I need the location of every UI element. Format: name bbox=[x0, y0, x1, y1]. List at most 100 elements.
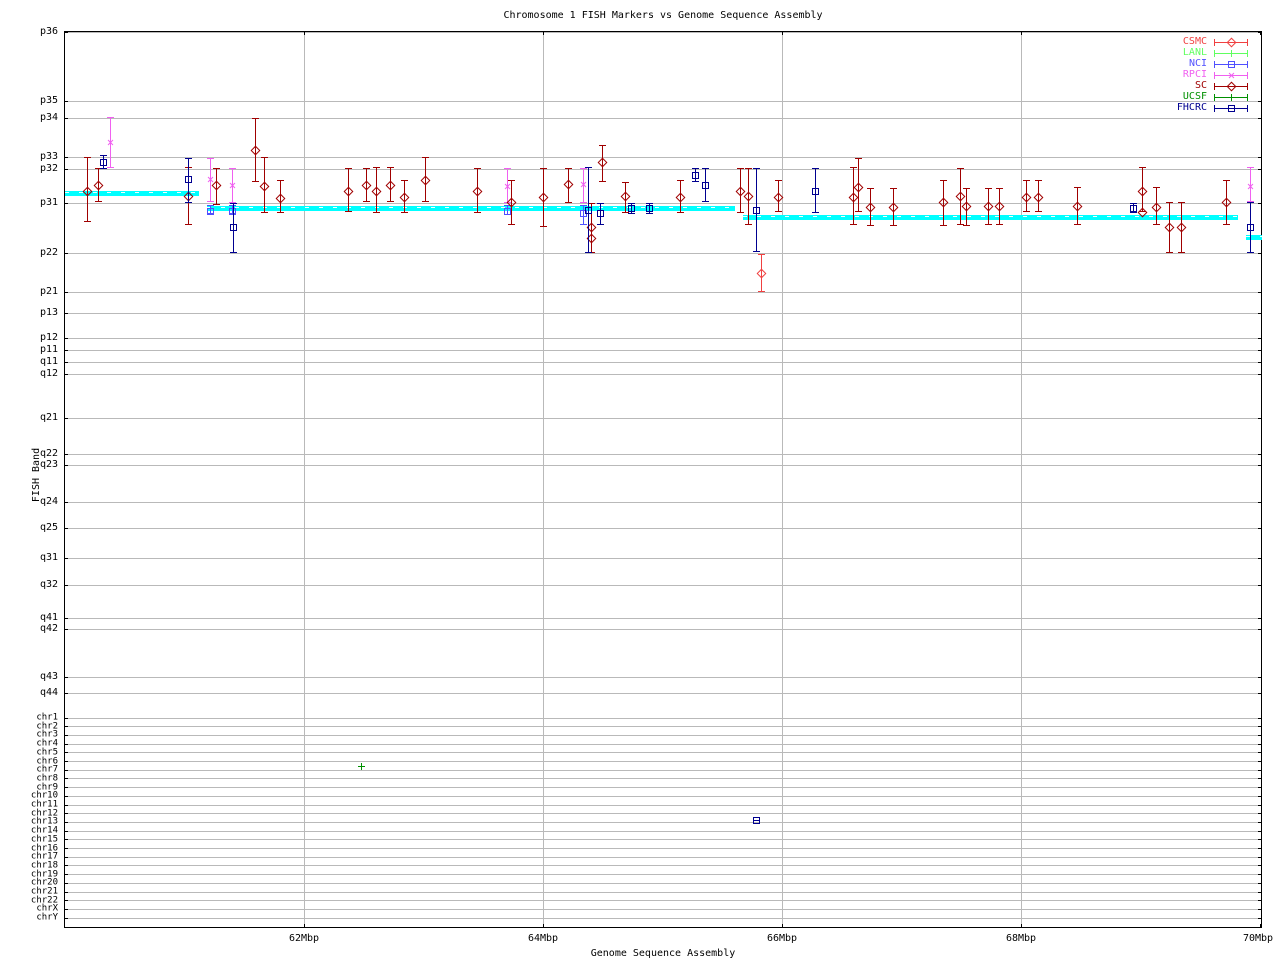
y-tick-label: p21 bbox=[39, 286, 58, 297]
error-bar-cap bbox=[228, 168, 236, 169]
error-bar-cap bbox=[580, 224, 588, 225]
legend-sample-cap bbox=[1247, 60, 1248, 68]
error-bar-cap bbox=[745, 224, 753, 225]
x-tick-label: 62Mbp bbox=[288, 933, 320, 944]
marker-square bbox=[184, 175, 192, 183]
legend-label-lanl: LANL bbox=[1182, 47, 1207, 58]
error-bar-cap bbox=[995, 188, 1003, 189]
error-bar-cap bbox=[758, 254, 766, 255]
error-bar-cap bbox=[621, 182, 629, 183]
y-tick-label: q41 bbox=[39, 612, 58, 623]
error-bar-cap bbox=[866, 188, 874, 189]
error-bar-cap bbox=[962, 188, 970, 189]
error-bar-cap bbox=[261, 212, 269, 213]
y-tick-label: p13 bbox=[39, 307, 58, 318]
legend-label-ucsf: UCSF bbox=[1182, 91, 1207, 102]
error-bar-cap bbox=[1035, 180, 1043, 181]
legend-sample-cap bbox=[1247, 38, 1248, 46]
error-bar bbox=[1142, 167, 1144, 212]
error-bar-cap bbox=[866, 225, 874, 226]
error-bar-cap bbox=[473, 212, 481, 213]
fish-band-line bbox=[207, 205, 736, 211]
error-bar-cap bbox=[599, 145, 607, 146]
error-bar-cap bbox=[584, 252, 592, 253]
legend-sample-cap bbox=[1247, 104, 1248, 112]
y-tick-label: q12 bbox=[39, 368, 58, 379]
error-bar-cap bbox=[753, 251, 761, 252]
marker-square bbox=[1246, 223, 1254, 231]
error-bar-cap bbox=[985, 224, 993, 225]
marker-plus bbox=[357, 762, 366, 771]
y-tick-label: q22 bbox=[39, 448, 58, 459]
y-tick-label: q24 bbox=[39, 496, 58, 507]
marker-plus bbox=[1227, 49, 1236, 58]
legend-sample-cap bbox=[1247, 82, 1248, 90]
error-bar-cap bbox=[1246, 202, 1254, 203]
error-bar-cap bbox=[473, 168, 481, 169]
error-bar-cap bbox=[422, 201, 430, 202]
error-bar-cap bbox=[386, 167, 394, 168]
error-bar-cap bbox=[995, 224, 1003, 225]
error-bar-cap bbox=[1223, 224, 1231, 225]
error-bar-cap bbox=[213, 204, 221, 205]
plot-area: p36 p35 p34 p33 p32 p31 p22 p21 p13 p12 p11 q11 q12 q… bbox=[0, 0, 1280, 960]
error-bar-cap bbox=[1223, 180, 1231, 181]
error-bar-cap bbox=[1139, 167, 1147, 168]
legend-sample-cap bbox=[1247, 49, 1248, 57]
error-bar-cap bbox=[599, 181, 607, 182]
error-bar-cap bbox=[400, 180, 408, 181]
error-bar-cap bbox=[84, 221, 92, 222]
error-bar-cap bbox=[1246, 252, 1254, 253]
error-bar-cap bbox=[400, 212, 408, 213]
error-bar-cap bbox=[1165, 252, 1173, 253]
error-bar-cap bbox=[580, 202, 588, 203]
error-bar-cap bbox=[1073, 187, 1081, 188]
error-bar-cap bbox=[251, 181, 259, 182]
y-tick-label: p32 bbox=[39, 163, 58, 174]
error-bar-cap bbox=[811, 212, 819, 213]
error-bar-cap bbox=[261, 157, 269, 158]
legend-sample-cap bbox=[1247, 93, 1248, 101]
error-bar-cap bbox=[702, 168, 710, 169]
error-bar-cap bbox=[753, 168, 761, 169]
error-bar-cap bbox=[596, 224, 604, 225]
error-bar-cap bbox=[84, 157, 92, 158]
fish-band-line bbox=[1245, 234, 1262, 240]
legend-label-rpci: RPCI bbox=[1182, 69, 1207, 80]
marker-square bbox=[99, 158, 107, 166]
y-tick-label: p31 bbox=[39, 197, 58, 208]
legend-sample-cap bbox=[1214, 82, 1215, 90]
error-bar-cap bbox=[676, 180, 684, 181]
fish-marker-chart: Chromosome 1 FISH Markers vs Genome Sequ… bbox=[0, 0, 1280, 960]
y-tick-label: q23 bbox=[39, 459, 58, 470]
legend-sample-cap bbox=[1214, 38, 1215, 46]
error-bar-cap bbox=[184, 224, 192, 225]
error-bar-cap bbox=[229, 252, 237, 253]
y-tick-label: q31 bbox=[39, 552, 58, 563]
legend-label-nci: NCI bbox=[1188, 58, 1207, 69]
y-tick-label: p22 bbox=[39, 247, 58, 258]
marker-square bbox=[596, 209, 604, 217]
error-bar-cap bbox=[584, 167, 592, 168]
error-bar-cap bbox=[229, 203, 237, 204]
y-tick-label: q43 bbox=[39, 671, 58, 682]
y-tick-label: p11 bbox=[39, 344, 58, 355]
error-bar-cap bbox=[564, 202, 572, 203]
error-bar-cap bbox=[1023, 211, 1031, 212]
error-bar-cap bbox=[539, 226, 547, 227]
error-bar-cap bbox=[251, 118, 259, 119]
error-bar-cap bbox=[676, 212, 684, 213]
marker-square bbox=[1227, 60, 1235, 68]
error-bar-cap bbox=[503, 168, 511, 169]
y-tick-label: q21 bbox=[39, 412, 58, 423]
x-tick-label: 70Mbp bbox=[1242, 933, 1274, 944]
y-tick-label: q25 bbox=[39, 522, 58, 533]
fish-band-line-dashes bbox=[742, 215, 1239, 217]
marker-arm bbox=[360, 762, 362, 770]
error-bar-cap bbox=[1152, 187, 1160, 188]
error-bar-cap bbox=[1152, 224, 1160, 225]
error-bar-cap bbox=[588, 203, 596, 204]
error-bar-cap bbox=[702, 201, 710, 202]
error-bar-cap bbox=[564, 168, 572, 169]
error-bar-cap bbox=[184, 202, 192, 203]
